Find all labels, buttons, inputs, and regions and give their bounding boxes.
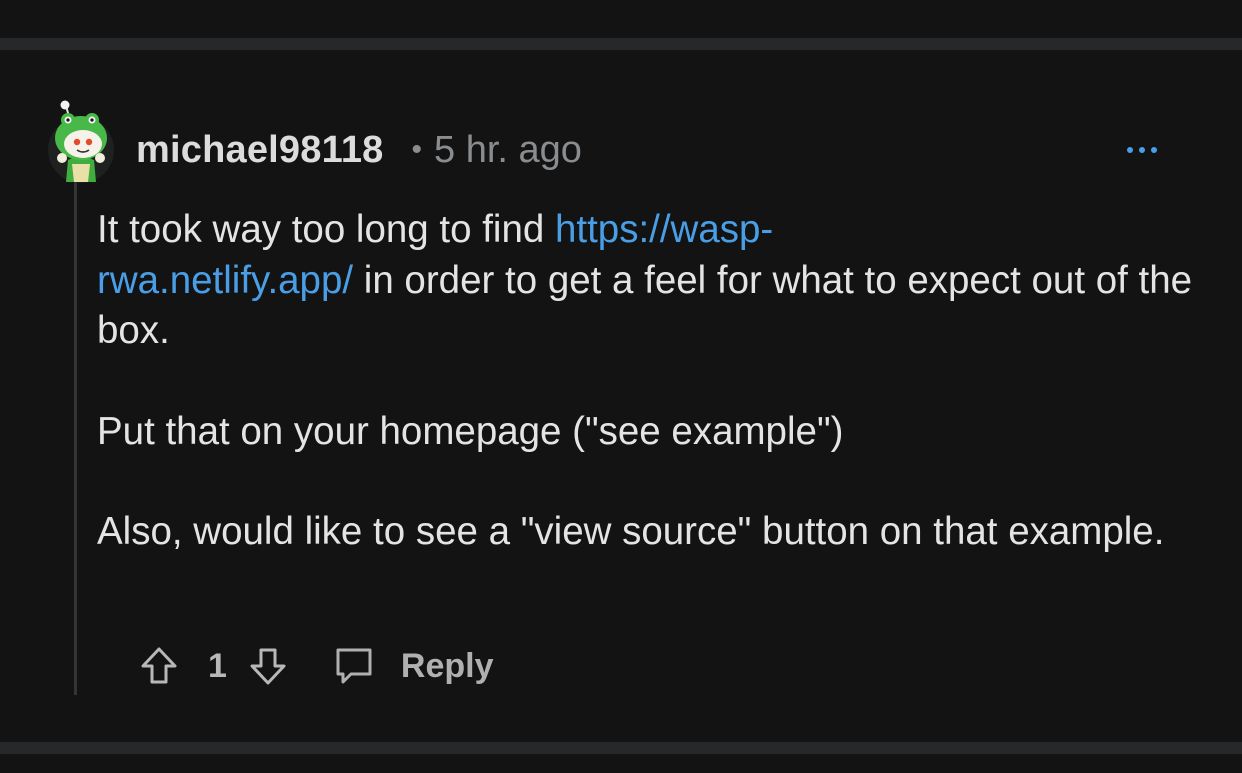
downvote-button[interactable] (249, 646, 287, 686)
link-line-2: rwa.netlify.app/ (97, 258, 354, 302)
top-divider (0, 38, 1242, 50)
comment-actions: 1 Reply (140, 640, 494, 692)
comment-text: It took way too long to find (97, 208, 555, 251)
thread-line[interactable] (74, 182, 77, 695)
arrow-up-icon (141, 647, 177, 684)
reply-label: Reply (400, 646, 494, 685)
snoo-avatar-icon (48, 100, 114, 183)
speech-bubble-icon (336, 648, 372, 684)
top-strip (0, 0, 1242, 38)
timestamp[interactable]: 5 hr. ago (434, 129, 582, 172)
vote-count: 1 (208, 646, 227, 685)
comment-body: It took way too long to find https://was… (97, 205, 1197, 608)
comment-paragraph: Put that on your homepage ("see example"… (97, 409, 844, 453)
arrow-down-icon (250, 648, 286, 685)
comment-paragraph: It took way too long to find https://was… (97, 205, 1197, 357)
username-link[interactable]: michael98118 (136, 129, 384, 172)
bottom-divider (0, 742, 1242, 754)
ellipsis-icon (1127, 147, 1157, 153)
link-line-1: https://wasp- (555, 208, 774, 251)
upvote-button[interactable] (140, 646, 178, 686)
separator-dot: • (411, 133, 423, 166)
reply-button[interactable]: Reply (333, 645, 494, 687)
comment-paragraph: Also, would like to see a "view source" … (97, 510, 1165, 553)
user-avatar[interactable] (48, 98, 114, 186)
more-options-button[interactable] (1120, 136, 1164, 164)
comment-header: michael98118 • 5 hr. ago (136, 124, 582, 176)
